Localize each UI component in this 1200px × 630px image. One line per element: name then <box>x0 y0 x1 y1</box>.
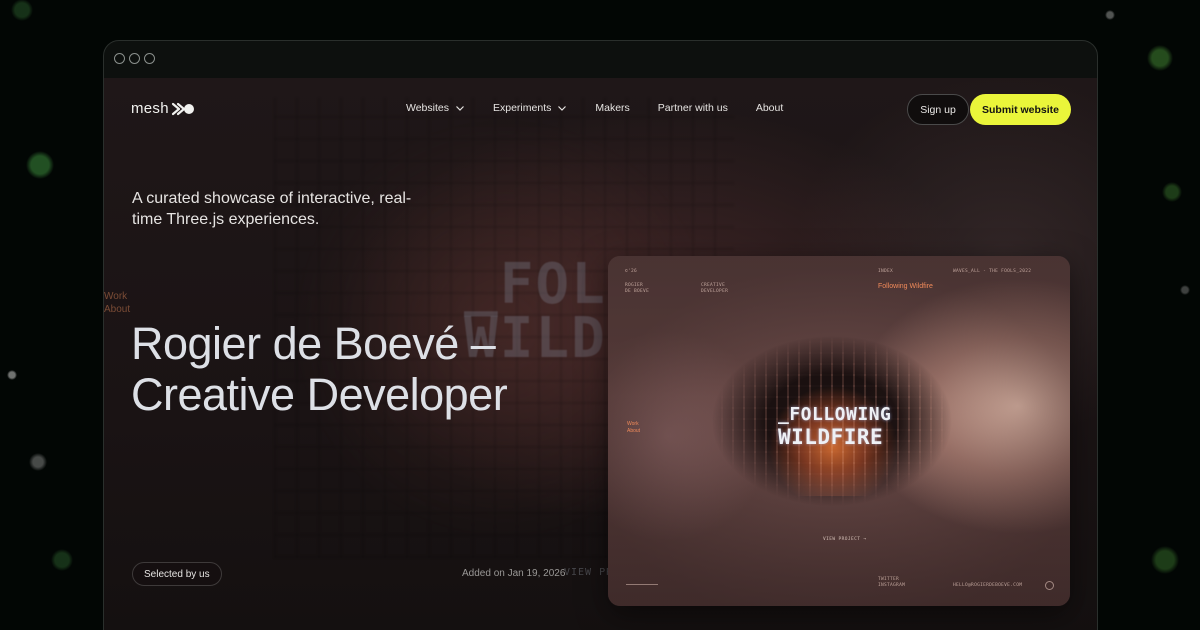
main-menu: Websites Experiments Makers Partner with… <box>406 102 783 114</box>
project-title: Rogier de Boevé – Creative Developer <box>131 318 601 420</box>
submit-website-button[interactable]: Submit website <box>970 94 1071 125</box>
project-title-line1: Rogier de Boevé – <box>131 318 496 369</box>
window-control-minimize[interactable] <box>129 53 140 64</box>
project-preview-card[interactable]: ©'26 ROGIER DE BOEVE CREATIVE DEVELOPER … <box>608 256 1070 606</box>
nav-item-makers[interactable]: Makers <box>595 102 629 114</box>
window-control-close[interactable] <box>114 53 125 64</box>
sign-up-button[interactable]: Sign up <box>907 94 969 125</box>
preview-credits: WAVES_ALL - THE FOOLS_2022 <box>953 269 1032 274</box>
preview-index-label: INDEX <box>878 269 894 274</box>
preview-progress-line <box>626 584 658 585</box>
preview-hero-title: _FOLLOWING WILDFIRE <box>778 404 892 449</box>
preview-view-project: VIEW PROJECT → <box>823 537 867 542</box>
hero-tagline: A curated showcase of interactive, real-… <box>132 190 412 228</box>
added-date: Added on Jan 19, 2026 <box>462 568 566 579</box>
preview-email: HELLO@ROGIERDEBOEVE.COM <box>953 583 1023 588</box>
browser-window: _FOLLO WILDF Work About VIEW PRO mesh We… <box>103 40 1098 630</box>
plug-logo-icon <box>171 102 194 115</box>
website-viewport: _FOLLO WILDF Work About VIEW PRO mesh We… <box>104 78 1097 630</box>
window-control-maximize[interactable] <box>144 53 155 64</box>
nav-item-websites[interactable]: Websites <box>406 102 465 114</box>
chevron-down-icon <box>558 106 567 111</box>
mesh-logo[interactable]: mesh <box>131 100 196 117</box>
window-controls <box>114 53 155 64</box>
preview-circle-icon <box>1045 581 1054 590</box>
preview-role: CREATIVE DEVELOPER <box>701 283 729 294</box>
preview-author: ROGIER DE BOEVE <box>625 283 650 294</box>
preview-accent-title: Following Wildfire <box>878 283 933 290</box>
nav-item-about[interactable]: About <box>756 102 783 114</box>
preview-copyright: ©'26 <box>625 269 638 274</box>
chevron-down-icon <box>456 106 464 111</box>
nav-item-experiments[interactable]: Experiments <box>493 102 567 114</box>
logo-text: mesh <box>131 100 169 117</box>
selected-badge[interactable]: Selected by us <box>132 562 222 586</box>
hero-background-side-links: Work About <box>104 291 131 315</box>
top-navigation: mesh Websites Experiments Makers Partner… <box>104 78 1097 142</box>
preview-side-links: Work About <box>627 421 641 434</box>
nav-item-partner[interactable]: Partner with us <box>658 102 728 114</box>
project-title-line2: Creative Developer <box>131 369 508 420</box>
preview-social-links: TWITTER INSTAGRAM <box>878 577 906 588</box>
